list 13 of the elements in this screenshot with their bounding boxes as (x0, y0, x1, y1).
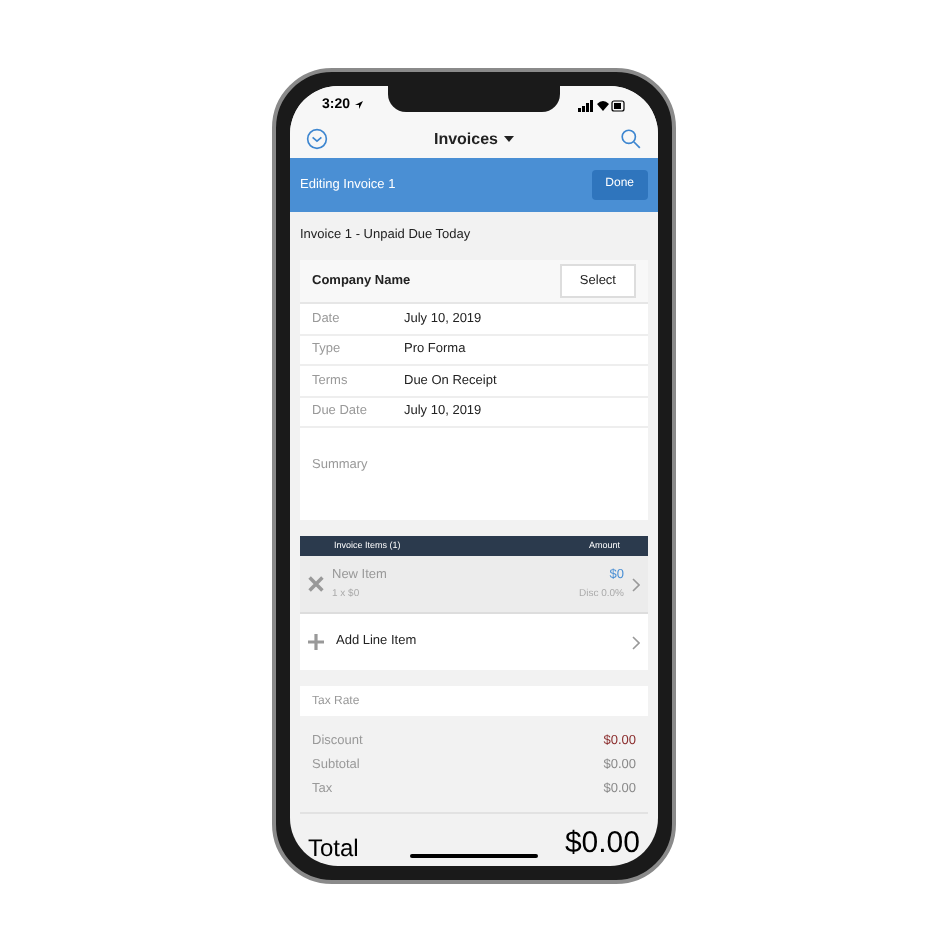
home-indicator (410, 854, 538, 858)
grand-total-label: Total (308, 832, 359, 866)
chevron-right-icon (632, 635, 640, 650)
search-icon[interactable] (619, 128, 642, 151)
dropdown-caret-icon[interactable] (504, 136, 514, 143)
delete-icon[interactable] (308, 576, 324, 593)
chevron-circle-icon[interactable] (306, 128, 328, 151)
plus-icon (308, 634, 324, 651)
grand-total-value: $0.00 (564, 823, 640, 864)
nav-title[interactable]: Invoices (433, 127, 498, 152)
chevron-right-icon (632, 577, 640, 592)
location-icon (354, 100, 365, 111)
status-icons (578, 99, 626, 112)
